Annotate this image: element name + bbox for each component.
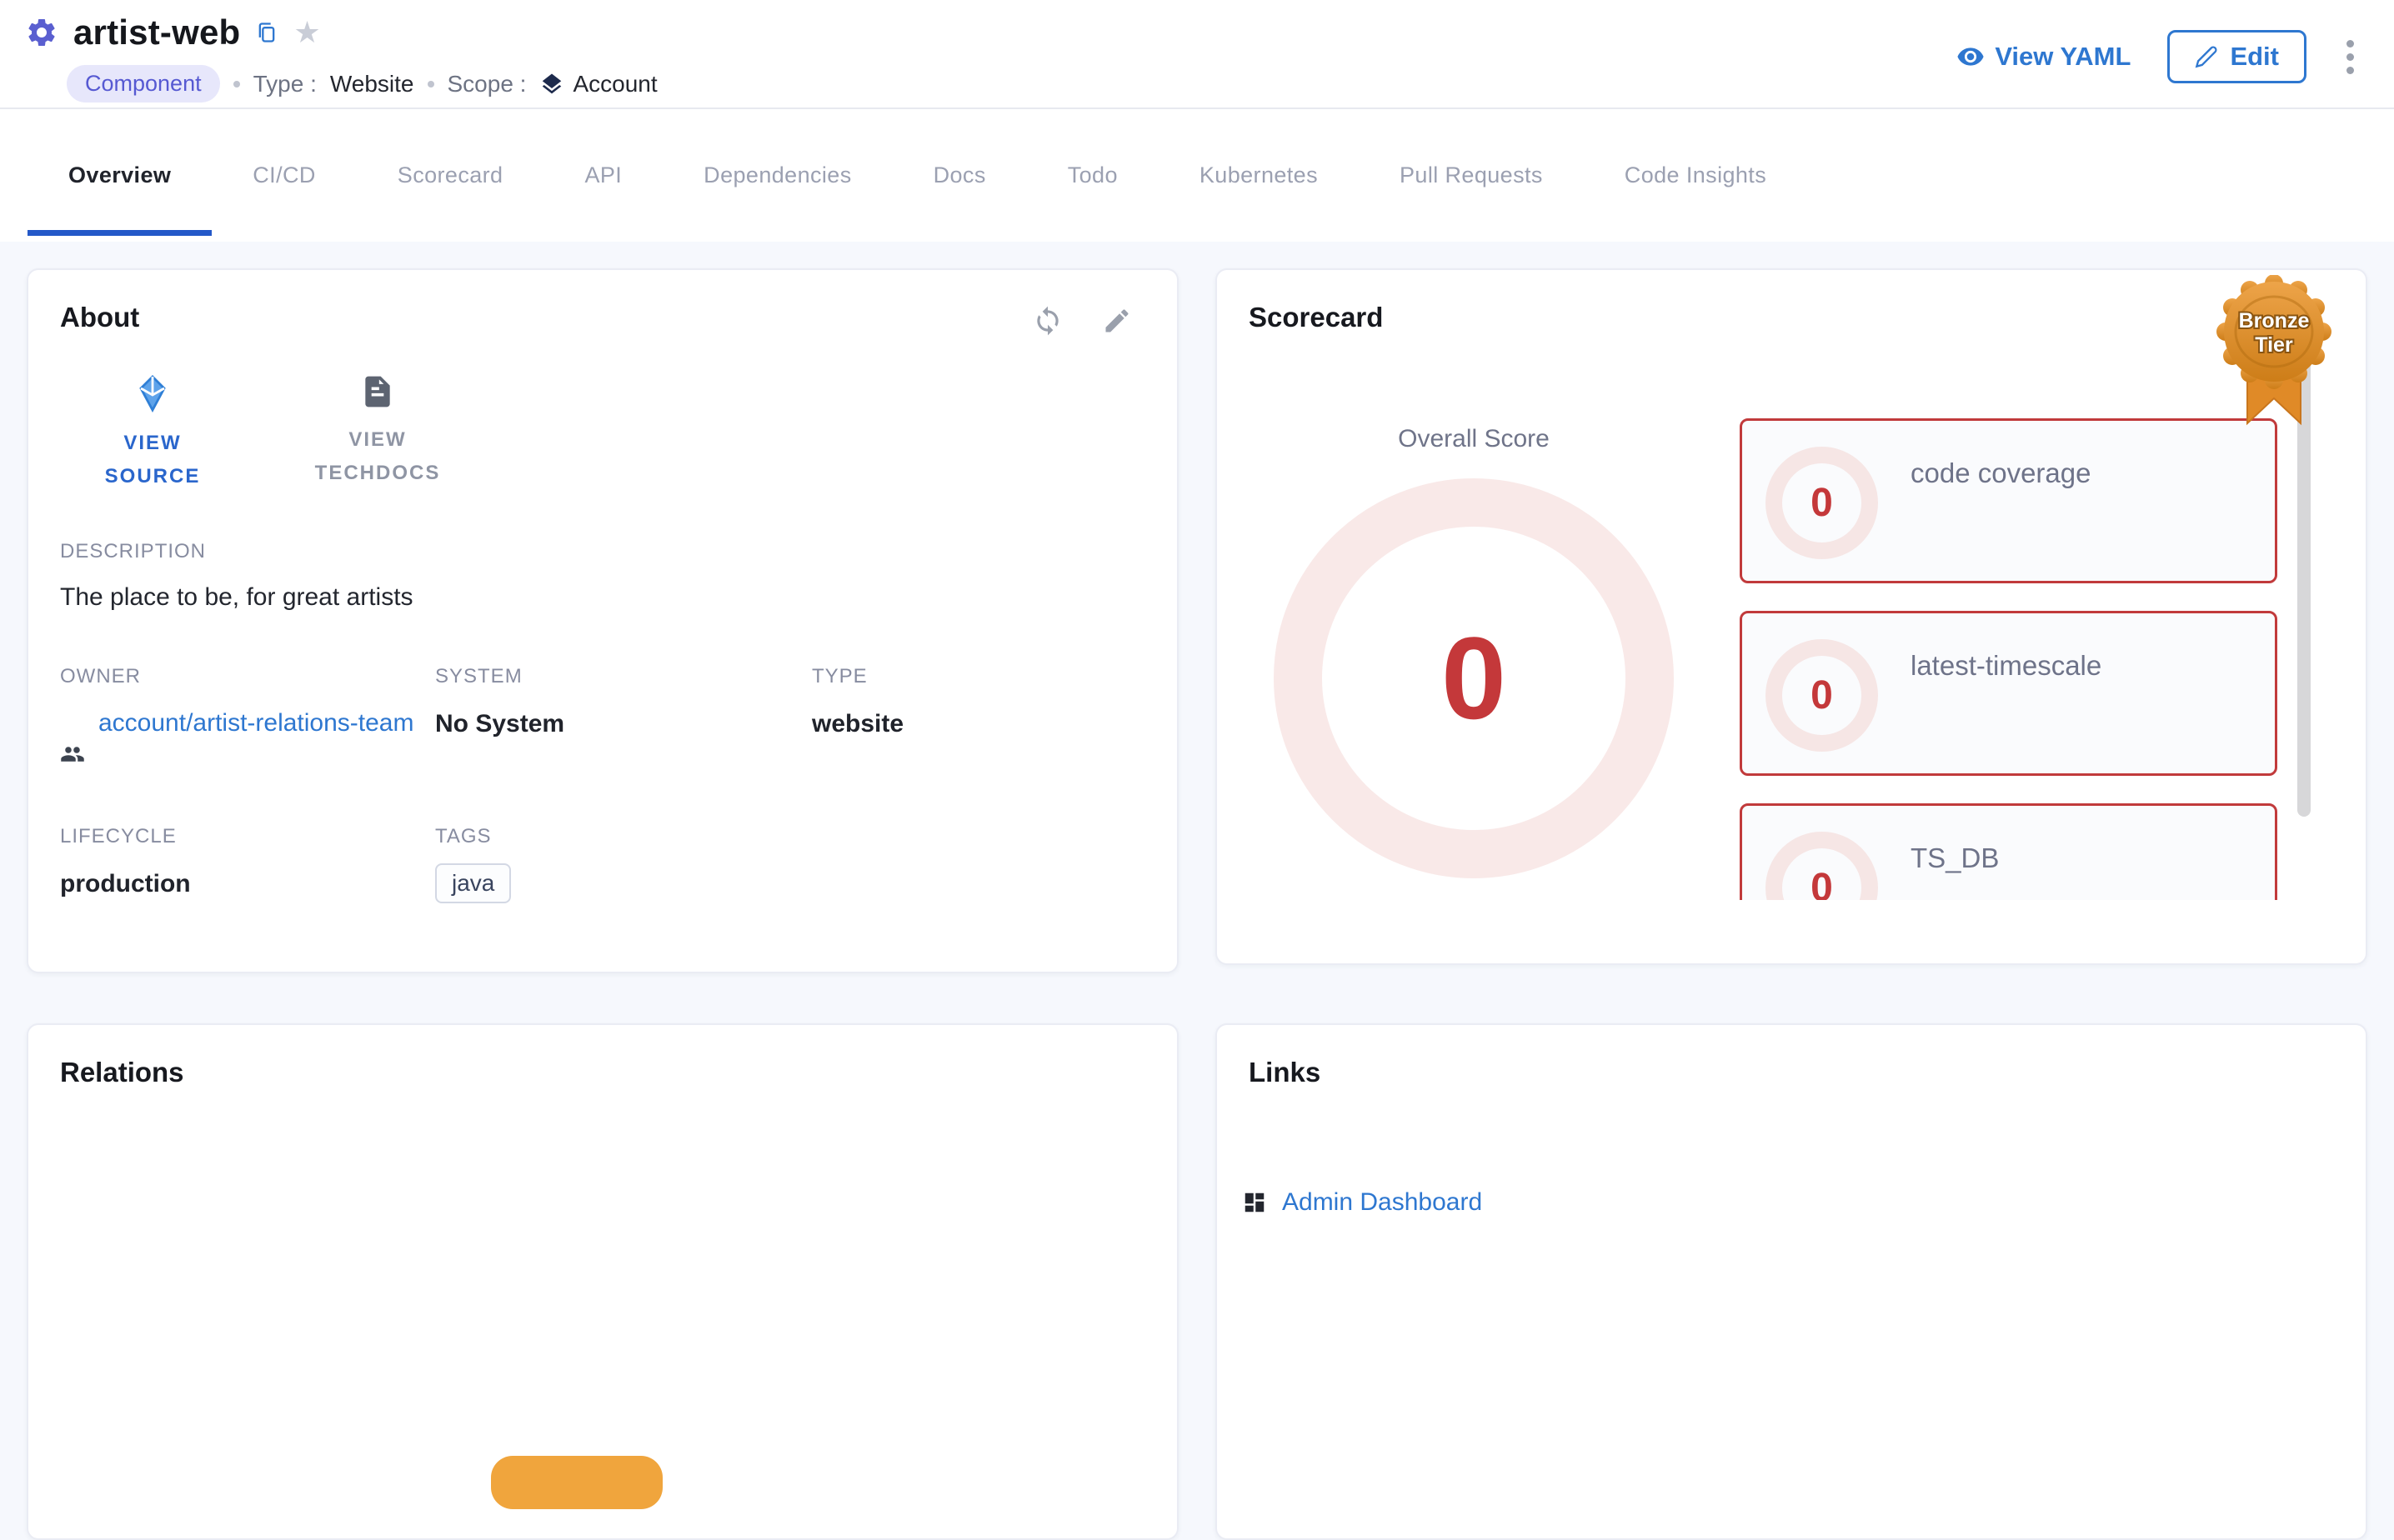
- tab-overview[interactable]: Overview: [28, 109, 212, 242]
- description-value: The place to be, for great artists: [60, 583, 1145, 612]
- tier-badge-line2: Tier: [2255, 333, 2293, 357]
- group-icon: [60, 742, 85, 767]
- type-label: Type :: [253, 71, 317, 98]
- view-techdocs-label: VIEW TECHDOCS: [307, 423, 448, 490]
- type-field-label: TYPE: [812, 665, 1145, 688]
- tags-label: TAGS: [435, 825, 812, 848]
- source-gem-icon: [133, 373, 173, 413]
- lifecycle-field: LIFECYCLE production: [60, 825, 435, 903]
- check-name: latest-timescale: [1911, 650, 2101, 682]
- check-card-latest-timescale[interactable]: 0 latest-timescale: [1740, 611, 2277, 776]
- page-header: artist-web ★ Component Type : Website Sc…: [0, 0, 2394, 109]
- check-donut: 0: [1765, 639, 1878, 752]
- scorecard-checks-list: 0 code coverage 0 latest-timescale 0 TS_…: [1740, 418, 2277, 900]
- type-value: Website: [330, 71, 414, 98]
- relations-action-button[interactable]: [491, 1456, 663, 1509]
- owner-link[interactable]: account/artist-relations-team: [98, 705, 452, 742]
- links-card: Links Admin Dashboard: [1215, 1023, 2367, 1540]
- overall-score-donut: 0: [1274, 478, 1674, 878]
- edit-about-icon[interactable]: [1102, 305, 1132, 337]
- lifecycle-value: production: [60, 870, 435, 898]
- tag-chip-java[interactable]: java: [435, 863, 511, 903]
- link-item-admin-dashboard: Admin Dashboard: [1242, 1188, 1482, 1217]
- admin-dashboard-link[interactable]: Admin Dashboard: [1282, 1188, 1482, 1217]
- tab-code-insights[interactable]: Code Insights: [1584, 109, 1807, 242]
- owner-label: OWNER: [60, 665, 435, 688]
- tab-api[interactable]: API: [543, 109, 663, 242]
- lifecycle-label: LIFECYCLE: [60, 825, 435, 848]
- edit-button-label: Edit: [2230, 42, 2279, 72]
- dashboard-icon: [1242, 1190, 1267, 1215]
- component-gear-icon: [25, 16, 58, 49]
- tags-field: TAGS java: [435, 825, 812, 903]
- check-card-code-coverage[interactable]: 0 code coverage: [1740, 418, 2277, 583]
- tab-cicd[interactable]: CI/CD: [212, 109, 357, 242]
- page-title: artist-web: [73, 12, 240, 52]
- meta-separator-dot: [233, 81, 240, 88]
- scope-label: Scope :: [448, 71, 527, 98]
- view-yaml-link[interactable]: View YAML: [1956, 42, 2131, 72]
- view-source-label: VIEW SOURCE: [82, 427, 223, 493]
- system-value: No System: [435, 710, 812, 738]
- scorecard-card: Scorecard Bronze Tier Overall Score 0: [1215, 268, 2367, 965]
- view-source-button[interactable]: VIEW SOURCE: [82, 373, 223, 493]
- document-icon: [359, 373, 396, 410]
- description-label: DESCRIPTION: [60, 540, 1145, 563]
- about-card: About VIEW SOURCE VIEW TECHDOCS DESCRIPT…: [27, 268, 1179, 973]
- system-label: SYSTEM: [435, 665, 812, 688]
- tab-dependencies[interactable]: Dependencies: [663, 109, 892, 242]
- tab-todo[interactable]: Todo: [1027, 109, 1159, 242]
- copy-icon[interactable]: [255, 21, 278, 44]
- check-donut: 0: [1765, 832, 1878, 900]
- view-yaml-label: View YAML: [1995, 42, 2131, 72]
- pencil-icon: [2195, 45, 2218, 68]
- kind-chip: Component: [67, 65, 220, 102]
- tab-scorecard[interactable]: Scorecard: [357, 109, 544, 242]
- links-title: Links: [1249, 1057, 2334, 1088]
- overall-score-value: 0: [1441, 620, 1506, 737]
- view-techdocs-button[interactable]: VIEW TECHDOCS: [307, 373, 448, 493]
- overall-score-label: Overall Score: [1315, 425, 1632, 453]
- star-icon[interactable]: ★: [293, 18, 320, 48]
- meta-separator-dot: [428, 81, 434, 88]
- check-name: code coverage: [1911, 458, 2091, 489]
- owner-field: OWNER account/artist-relations-team: [60, 665, 435, 778]
- check-score: 0: [1811, 480, 1833, 526]
- check-score: 0: [1811, 672, 1833, 718]
- system-field: SYSTEM No System: [435, 665, 812, 778]
- kebab-menu-icon[interactable]: [2343, 37, 2357, 78]
- scorecard-title: Scorecard: [1249, 302, 2334, 333]
- eye-icon: [1956, 42, 1985, 71]
- tab-docs[interactable]: Docs: [893, 109, 1027, 242]
- bronze-tier-badge: Bronze Tier: [2216, 275, 2332, 431]
- tier-badge-line1: Bronze: [2239, 309, 2310, 332]
- scope-value: Account: [573, 71, 657, 98]
- tab-pull-requests[interactable]: Pull Requests: [1359, 109, 1584, 242]
- relations-title: Relations: [60, 1057, 1145, 1088]
- check-name: TS_DB: [1911, 842, 1999, 874]
- edit-button[interactable]: Edit: [2167, 30, 2306, 83]
- check-card-ts-db[interactable]: 0 TS_DB: [1740, 803, 2277, 900]
- check-score: 0: [1811, 865, 1833, 900]
- entity-tabs: Overview CI/CD Scorecard API Dependencie…: [0, 109, 2394, 242]
- about-title: About: [60, 302, 139, 333]
- relations-card: Relations: [27, 1023, 1179, 1540]
- refresh-icon[interactable]: [1032, 305, 1064, 337]
- tab-kubernetes[interactable]: Kubernetes: [1159, 109, 1359, 242]
- check-donut: 0: [1765, 447, 1878, 559]
- type-field: TYPE website: [812, 665, 1145, 778]
- layers-icon: [539, 72, 564, 97]
- type-field-value: website: [812, 710, 1145, 738]
